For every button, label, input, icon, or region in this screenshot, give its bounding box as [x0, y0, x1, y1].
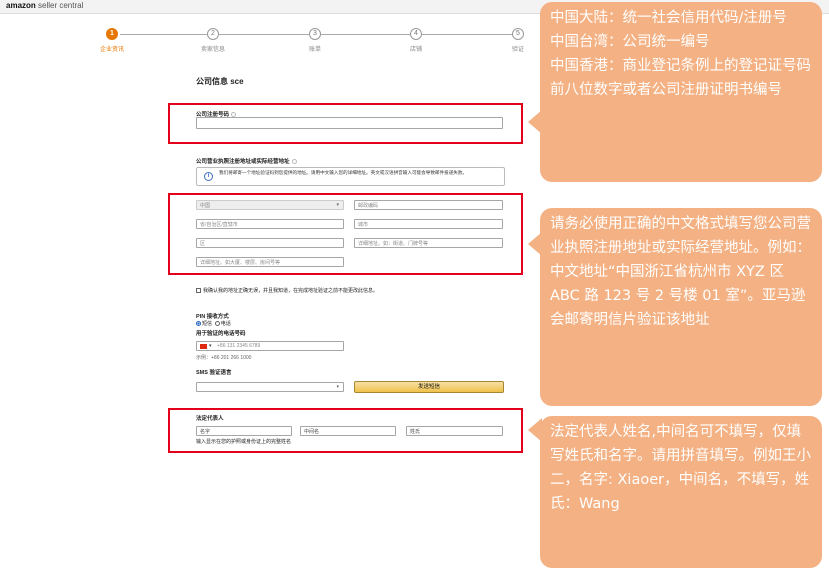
step-store[interactable]: 4 店铺 — [396, 28, 436, 53]
sms-language-label: SMS 验证语言 — [196, 370, 232, 376]
highlight-reg-number — [168, 103, 523, 144]
highlight-address — [168, 193, 523, 275]
step-company-info[interactable]: 1 企业资讯 — [92, 28, 132, 53]
callout-reg-number-text: 中国大陆：统一社会信用代码/注册号 中国台湾：公司统一编号 中国香港：商业登记条… — [550, 10, 811, 98]
confirm-checkbox-label: 我确认我的地址正确无误，并且我知道，在完成地址验证之前不能更改此信息。 — [203, 288, 379, 294]
info-icon[interactable] — [291, 159, 297, 165]
chevron-down-icon[interactable]: ▾ — [209, 343, 212, 349]
step-number: 2 — [207, 28, 219, 40]
sms-language-select[interactable]: ▾ — [196, 382, 344, 392]
address-notice: i 我们将邮寄一个地址验证码到您提供的地址。请用中文输入您的详细地址。英文或汉语… — [196, 167, 505, 186]
phone-label: 用于验证的电话号码 — [196, 331, 246, 337]
pin-method-label: PIN 接收方式 — [196, 314, 229, 320]
send-sms-button[interactable]: 发送短信 — [354, 381, 504, 393]
logo-brand: amazon — [6, 1, 36, 10]
confirm-checkbox[interactable] — [196, 288, 201, 294]
phone-input[interactable]: ▾ +86 131 2345 6789 — [196, 341, 344, 351]
callout-address: 请务必使用正确的中文格式填写您公司营业执照注册地址或实际经营地址。例如：中文地址… — [540, 208, 822, 406]
sms-option-label: 短信 — [202, 321, 213, 327]
step-verification[interactable]: 5 验证 — [498, 28, 538, 53]
callout-legal-rep-text: 法定代表人姓名,中间名可不填写，仅填写姓氏和名字。请用拼音填写。例如王小二，名字… — [550, 424, 811, 512]
step-billing[interactable]: 3 账单 — [295, 28, 335, 53]
logo-suffix: seller central — [35, 1, 84, 10]
address-notice-text: 我们将邮寄一个地址验证码到您提供的地址。请用中文输入您的详细地址。英文或汉语拼音… — [219, 170, 468, 175]
highlight-legal-rep — [168, 408, 523, 453]
chevron-down-icon: ▾ — [336, 384, 339, 390]
phone-example: 示例：+86 201 266 1000 — [196, 355, 252, 361]
seller-central-logo[interactable]: amazon seller central — [6, 1, 83, 11]
step-label: 验证 — [511, 47, 524, 53]
address-label: 公司营业执照注册地址或实际经营地址 — [196, 157, 297, 165]
step-label: 账单 — [308, 47, 321, 53]
step-seller-info[interactable]: 2 卖家信息 — [193, 28, 233, 53]
step-number: 4 — [410, 28, 422, 40]
callout-address-text: 请务必使用正确的中文格式填写您公司营业执照注册地址或实际经营地址。例如：中文地址… — [550, 216, 811, 328]
phone-placeholder: +86 131 2345 6789 — [217, 343, 261, 349]
info-circle-icon: i — [204, 172, 213, 181]
china-flag-icon — [200, 344, 207, 349]
call-radio[interactable] — [214, 321, 220, 327]
step-label: 卖家信息 — [200, 47, 225, 53]
step-number: 5 — [512, 28, 524, 40]
step-number: 3 — [309, 28, 321, 40]
confirm-address-row[interactable]: 我确认我的地址正确无误，并且我知道，在完成地址验证之前不能更改此信息。 — [196, 287, 378, 294]
step-label: 店铺 — [409, 47, 422, 53]
address-label-text: 公司营业执照注册地址或实际经营地址 — [196, 159, 290, 165]
page-title: 公司信息 sce — [196, 77, 244, 86]
callout-reg-number: 中国大陆：统一社会信用代码/注册号 中国台湾：公司统一编号 中国香港：商业登记条… — [540, 2, 822, 182]
step-number: 1 — [106, 28, 118, 40]
step-label: 企业资讯 — [99, 47, 124, 53]
registration-stepper: 1 企业资讯 2 卖家信息 3 账单 4 店铺 5 验证 — [0, 28, 540, 58]
call-option-label: 电话 — [220, 321, 231, 327]
sms-radio[interactable] — [196, 321, 201, 327]
callout-legal-rep: 法定代表人姓名,中间名可不填写，仅填写姓氏和名字。请用拼音填写。例如王小二，名字… — [540, 416, 822, 568]
pin-method-options: 短信 电话 — [196, 320, 231, 327]
